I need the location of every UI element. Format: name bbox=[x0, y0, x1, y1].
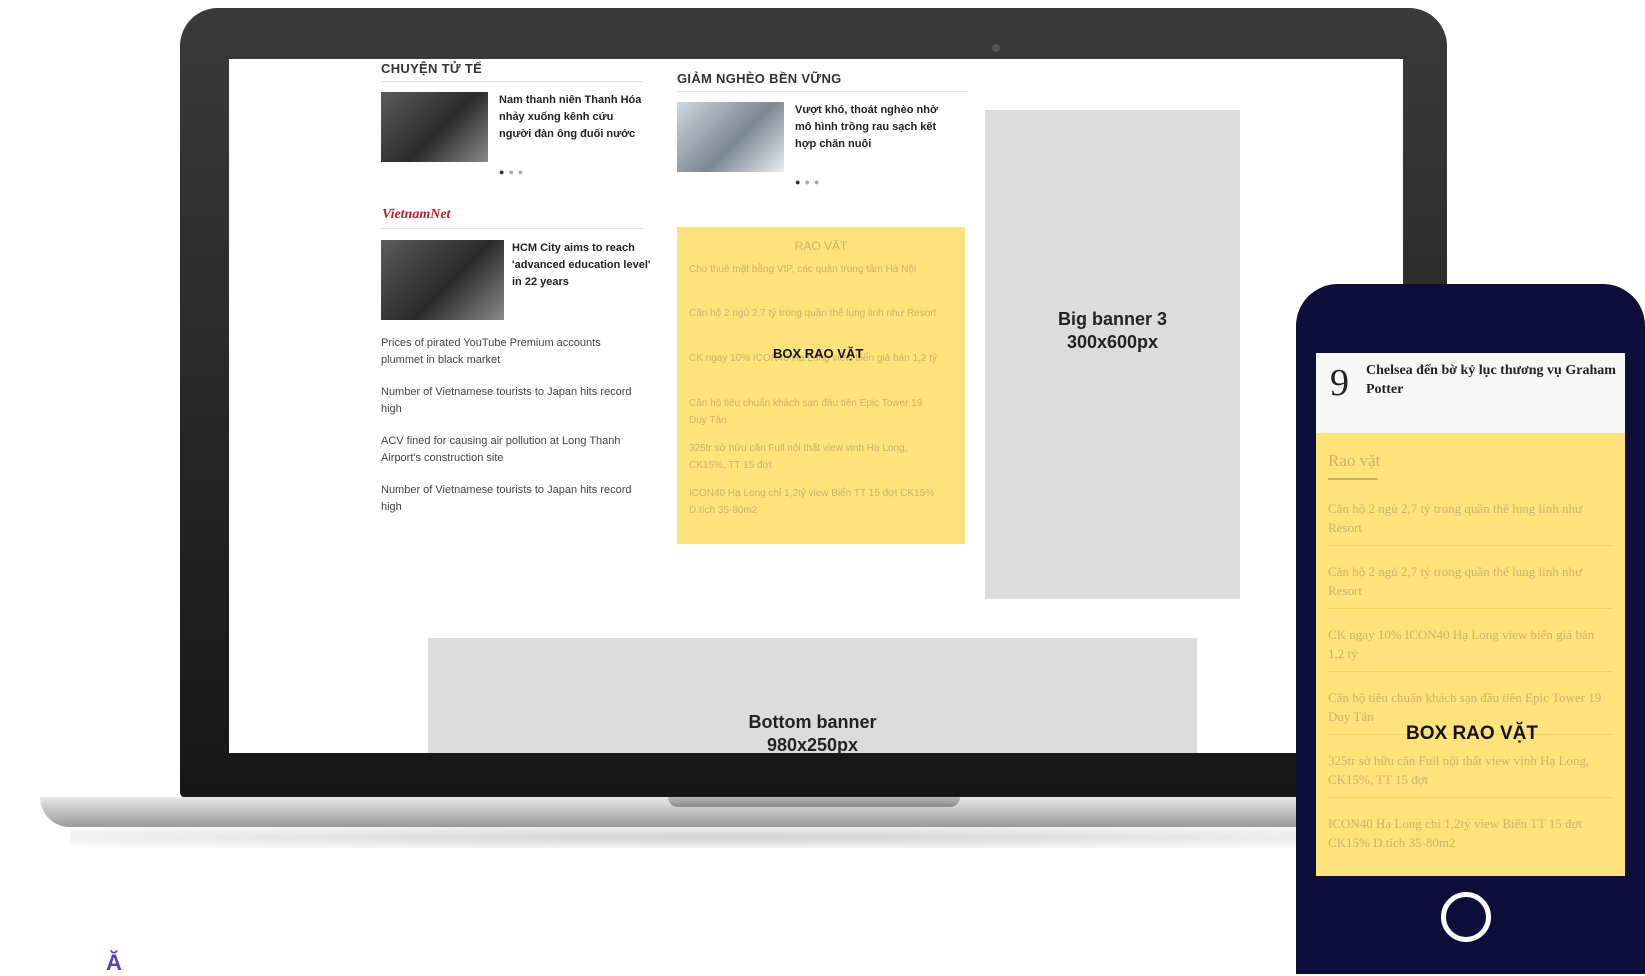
classified-item[interactable]: Căn hộ tiêu chuẩn khách sạn đầu tiên Epi… bbox=[689, 395, 939, 429]
carousel-dots[interactable]: ●●● bbox=[795, 177, 823, 187]
classified-item[interactable]: ICON40 Hạ Long chỉ 1,2tỷ view Biển TT 15… bbox=[689, 485, 939, 519]
rao-vat-box: RAO VẶT Cho thuê mặt bằng VIP, các quận … bbox=[677, 227, 965, 544]
list-item[interactable]: Number of Vietnamese tourists to Japan h… bbox=[381, 482, 643, 516]
divider bbox=[381, 228, 643, 229]
laptop-notch bbox=[668, 797, 960, 807]
classified-item[interactable]: Căn hộ 2 ngủ 2,7 tỷ trong quần thể lung … bbox=[1328, 499, 1613, 537]
divider bbox=[1328, 608, 1613, 609]
classified-item[interactable]: Căn hộ 2 ngủ 2,7 tỷ trong quần thể lung … bbox=[1328, 562, 1613, 600]
divider bbox=[677, 91, 967, 92]
list-item[interactable]: Prices of pirated YouTube Premium accoun… bbox=[381, 335, 643, 369]
phone-screen: 9 Chelsea đến bờ kỷ lục thương vụ Graham… bbox=[1316, 353, 1625, 876]
big-banner[interactable]: Big banner 3 300x600px bbox=[985, 110, 1240, 599]
phone: 9 Chelsea đến bờ kỷ lục thương vụ Graham… bbox=[1296, 284, 1645, 974]
article-headline[interactable]: HCM City aims to reach 'advanced educati… bbox=[512, 240, 652, 291]
divider bbox=[1328, 545, 1613, 546]
section-title-giam-ngheo[interactable]: GIẢM NGHÈO BỀN VỮNG bbox=[677, 71, 842, 86]
section-title-chuyen-tu-te[interactable]: CHUYỆN TỬ TẾ bbox=[381, 61, 482, 76]
ranked-article[interactable]: 9 Chelsea đến bờ kỷ lục thương vụ Graham… bbox=[1316, 353, 1625, 433]
rao-vat-box: Rao vặt Căn hộ 2 ngủ 2,7 tỷ trong quần t… bbox=[1316, 433, 1625, 876]
rank-number: 9 bbox=[1330, 362, 1349, 404]
divider bbox=[1328, 797, 1613, 798]
article-headline[interactable]: Vượt khó, thoát nghèo nhờ mô hình trồng … bbox=[795, 102, 940, 153]
banner-title: Big banner 3 bbox=[1057, 309, 1168, 329]
classified-item[interactable]: Căn hộ 2 ngủ 2,7 tỷ trong quần thể lung … bbox=[689, 305, 939, 322]
article-thumbnail[interactable] bbox=[381, 92, 488, 162]
classified-item[interactable]: Căn hộ tiêu chuẩn khách sạn đầu tiên Epi… bbox=[1328, 688, 1613, 726]
bottom-banner[interactable]: Bottom banner 980x250px bbox=[428, 638, 1197, 753]
banner-size: 980x250px bbox=[766, 735, 859, 753]
divider bbox=[1328, 671, 1613, 672]
article-headline[interactable]: Nam thanh niên Thanh Hóa nhảy xuống kênh… bbox=[499, 92, 644, 143]
divider bbox=[381, 81, 643, 82]
article-thumbnail[interactable] bbox=[677, 102, 784, 172]
box-label: BOX RAO VẶT bbox=[1406, 723, 1538, 744]
banner-size: 300x600px bbox=[1066, 332, 1159, 352]
vietnamnet-logo[interactable]: VietnamNet bbox=[382, 207, 450, 223]
banner-title: Bottom banner bbox=[748, 712, 877, 732]
article-thumbnail[interactable] bbox=[381, 240, 504, 320]
rao-vat-title: Rao vặt bbox=[1328, 451, 1381, 470]
classified-item[interactable]: CK ngay 10% ICON40 Hạ Long view biển giá… bbox=[1328, 625, 1613, 663]
classified-item[interactable]: Cho thuê mặt bằng VIP, các quận trung tâ… bbox=[689, 261, 939, 278]
list-item[interactable]: Number of Vietnamese tourists to Japan h… bbox=[381, 384, 643, 418]
laptop-shadow bbox=[70, 826, 1380, 848]
title-underline bbox=[1328, 478, 1378, 480]
home-button[interactable] bbox=[1441, 892, 1491, 942]
laptop-screen: CHUYỆN TỬ TẾ Nam thanh niên Thanh Hóa nh… bbox=[229, 59, 1403, 753]
classified-item[interactable]: ICON40 Hạ Long chỉ 1,2tỷ view Biển TT 15… bbox=[1328, 814, 1613, 852]
carousel-dots[interactable]: ●●● bbox=[499, 167, 527, 177]
classified-item[interactable]: 325tr sở hữu căn Full nội thất view vịnh… bbox=[689, 440, 939, 474]
corner-logo-mark: Ă bbox=[106, 950, 122, 975]
rao-vat-title: RAO VẶT bbox=[794, 239, 848, 253]
classified-item[interactable]: 325tr sở hữu căn Full nội thất view vịnh… bbox=[1328, 751, 1613, 789]
list-item[interactable]: ACV fined for causing air pollution at L… bbox=[381, 433, 643, 467]
box-label: BOX RAO VẶT bbox=[773, 346, 864, 361]
article-headline[interactable]: Chelsea đến bờ kỷ lục thương vụ Graham P… bbox=[1366, 361, 1616, 399]
camera-icon bbox=[992, 44, 1000, 52]
